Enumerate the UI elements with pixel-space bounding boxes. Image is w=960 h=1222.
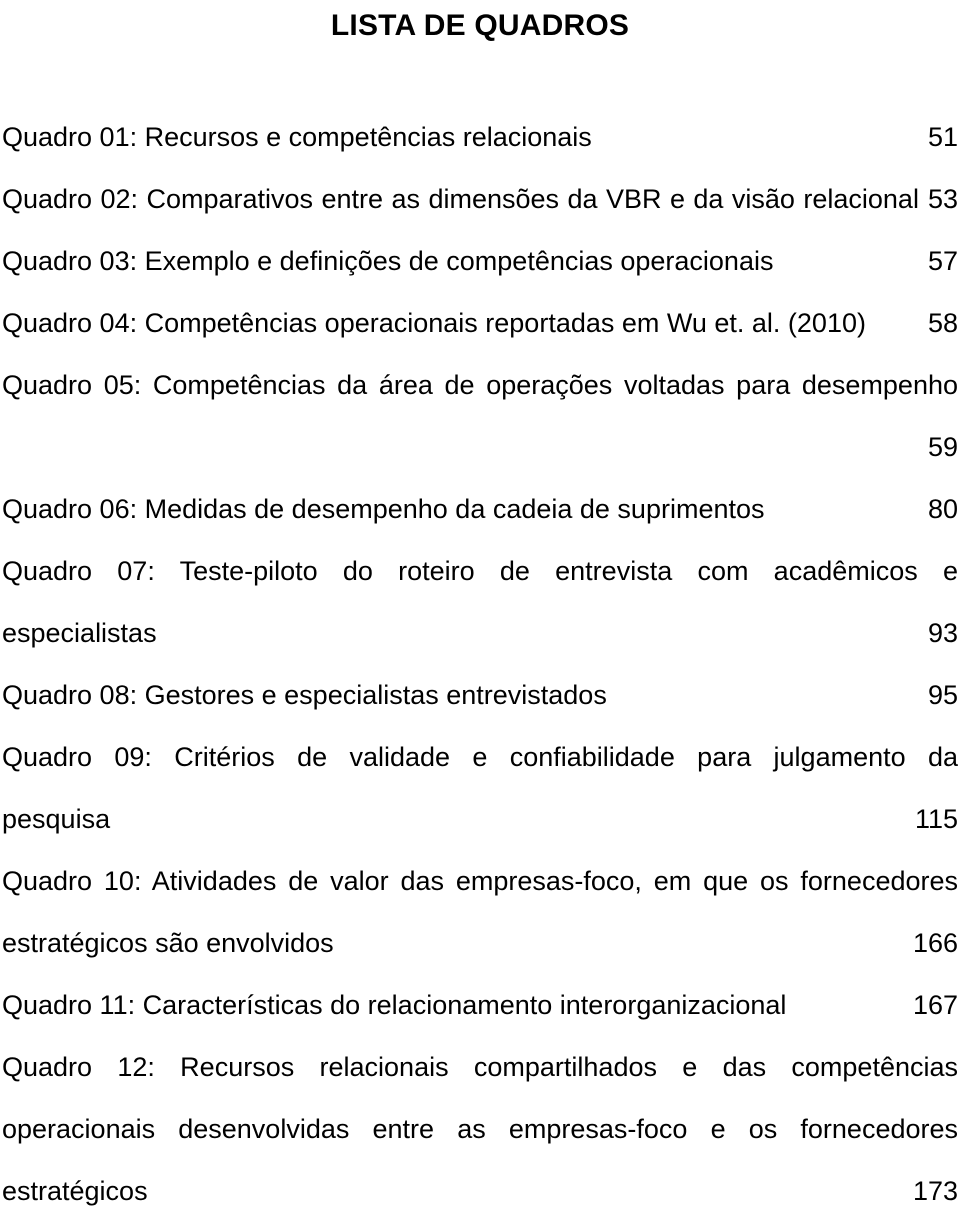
page-title: LISTA DE QUADROS [330, 9, 630, 42]
toc-line: Quadro 09: Critérios de validade e confi… [2, 726, 958, 788]
toc-line-continuation: estratégicos 173 [2, 1160, 958, 1222]
toc-line-continuation: 59 [2, 416, 958, 478]
toc-entry-caption: Quadro 09: Critérios de validade e confi… [2, 742, 958, 772]
toc-page-number: 57 [927, 246, 958, 276]
toc-page-number: 51 [927, 122, 958, 152]
toc-entry-caption-cont: estratégicos são envolvidos [2, 928, 334, 958]
toc-entry-quadro-03[interactable]: Quadro 03: Exemplo e definições de compe… [2, 230, 958, 292]
toc-line-continuation: estratégicos são envolvidos 166 [2, 912, 958, 974]
toc-page-number: 80 [927, 494, 958, 524]
toc-page-number: 167 [912, 990, 958, 1020]
dot-leader [614, 677, 928, 704]
toc-entry-caption-cont: operacionais desenvolvidas entre as empr… [2, 1114, 958, 1144]
toc-entry-caption-cont: especialistas [2, 618, 157, 648]
dot-leader [164, 615, 928, 642]
list-of-charts: Quadro 01: Recursos e competências relac… [2, 106, 958, 1222]
toc-entry-quadro-07[interactable]: Quadro 07: Teste-piloto do roteiro de en… [2, 540, 958, 664]
dot-leader [772, 491, 919, 518]
document-page: LISTA DE QUADROS Quadro 01: Recursos e c… [0, 6, 960, 1222]
toc-line: Quadro 01: Recursos e competências relac… [2, 106, 958, 168]
toc-line: Quadro 07: Teste-piloto do roteiro de en… [2, 540, 958, 602]
toc-entry-quadro-08[interactable]: Quadro 08: Gestores e especialistas entr… [2, 664, 958, 726]
toc-entry-caption: Quadro 03: Exemplo e definições de compe… [2, 246, 774, 276]
toc-entry-quadro-04[interactable]: Quadro 04: Competências operacionais rep… [2, 292, 958, 354]
toc-line: Quadro 02: Comparativos entre as dimensõ… [2, 168, 958, 230]
toc-line: Quadro 11: Características do relacionam… [2, 974, 958, 1036]
toc-entry-quadro-02[interactable]: Quadro 02: Comparativos entre as dimensõ… [2, 168, 958, 230]
toc-line-continuation: operacionais desenvolvidas entre as empr… [2, 1098, 958, 1160]
toc-entry-caption: Quadro 04: Competências operacionais rep… [2, 308, 866, 338]
dot-leader [110, 801, 915, 828]
dot-leader [866, 305, 919, 332]
toc-page-number: 53 [927, 184, 958, 214]
dot-leader [793, 987, 904, 1014]
toc-entry-caption: Quadro 07: Teste-piloto do roteiro de en… [2, 556, 958, 586]
toc-entry-caption: Quadro 01: Recursos e competências relac… [2, 122, 592, 152]
toc-line: Quadro 08: Gestores e especialistas entr… [2, 664, 958, 726]
toc-entry-quadro-01[interactable]: Quadro 01: Recursos e competências relac… [2, 106, 958, 168]
dot-leader [341, 925, 913, 952]
dot-leader [148, 1173, 913, 1200]
toc-entry-caption: Quadro 12: Recursos relacionais comparti… [2, 1052, 958, 1082]
toc-page-number: 173 [912, 1176, 958, 1206]
toc-line: Quadro 05: Competências da área de opera… [2, 354, 958, 416]
dot-leader [2, 429, 928, 456]
toc-line: Quadro 06: Medidas de desempenho da cade… [2, 478, 958, 540]
toc-entry-caption: Quadro 10: Atividades de valor das empre… [2, 866, 958, 896]
toc-entry-caption: Quadro 08: Gestores e especialistas entr… [2, 680, 607, 710]
toc-entry-quadro-10[interactable]: Quadro 10: Atividades de valor das empre… [2, 850, 958, 974]
toc-entry-caption-cont: estratégicos [2, 1176, 148, 1206]
toc-line: Quadro 10: Atividades de valor das empre… [2, 850, 958, 912]
toc-entry-quadro-06[interactable]: Quadro 06: Medidas de desempenho da cade… [2, 478, 958, 540]
toc-line: Quadro 04: Competências operacionais rep… [2, 292, 958, 354]
toc-page-number: 166 [912, 928, 958, 958]
toc-entry-caption-cont: pesquisa [2, 804, 111, 834]
toc-entry-quadro-11[interactable]: Quadro 11: Características do relacionam… [2, 974, 958, 1036]
toc-page-number: 58 [927, 308, 958, 338]
toc-entry-quadro-05[interactable]: Quadro 05: Competências da área de opera… [2, 354, 958, 478]
toc-entry-caption: Quadro 06: Medidas de desempenho da cade… [2, 494, 765, 524]
toc-line-continuation: especialistas 93 [2, 602, 958, 664]
toc-line: Quadro 03: Exemplo e definições de compe… [2, 230, 958, 292]
toc-page-number: 115 [914, 804, 958, 834]
toc-page-number: 95 [927, 680, 958, 710]
toc-entry-caption: Quadro 02: Comparativos entre as dimensõ… [2, 184, 919, 214]
toc-page-number: 93 [927, 618, 958, 648]
toc-entry-caption: Quadro 11: Características do relacionam… [2, 990, 787, 1020]
toc-line: Quadro 12: Recursos relacionais comparti… [2, 1036, 958, 1098]
toc-line-continuation: pesquisa 115 [2, 788, 958, 850]
toc-entry-caption: Quadro 05: Competências da área de opera… [2, 370, 958, 400]
toc-entry-quadro-12[interactable]: Quadro 12: Recursos relacionais comparti… [2, 1036, 958, 1222]
toc-entry-quadro-09[interactable]: Quadro 09: Critérios de validade e confi… [2, 726, 958, 850]
dot-leader [599, 119, 919, 146]
dot-leader [780, 243, 918, 270]
toc-page-number: 59 [927, 432, 958, 462]
